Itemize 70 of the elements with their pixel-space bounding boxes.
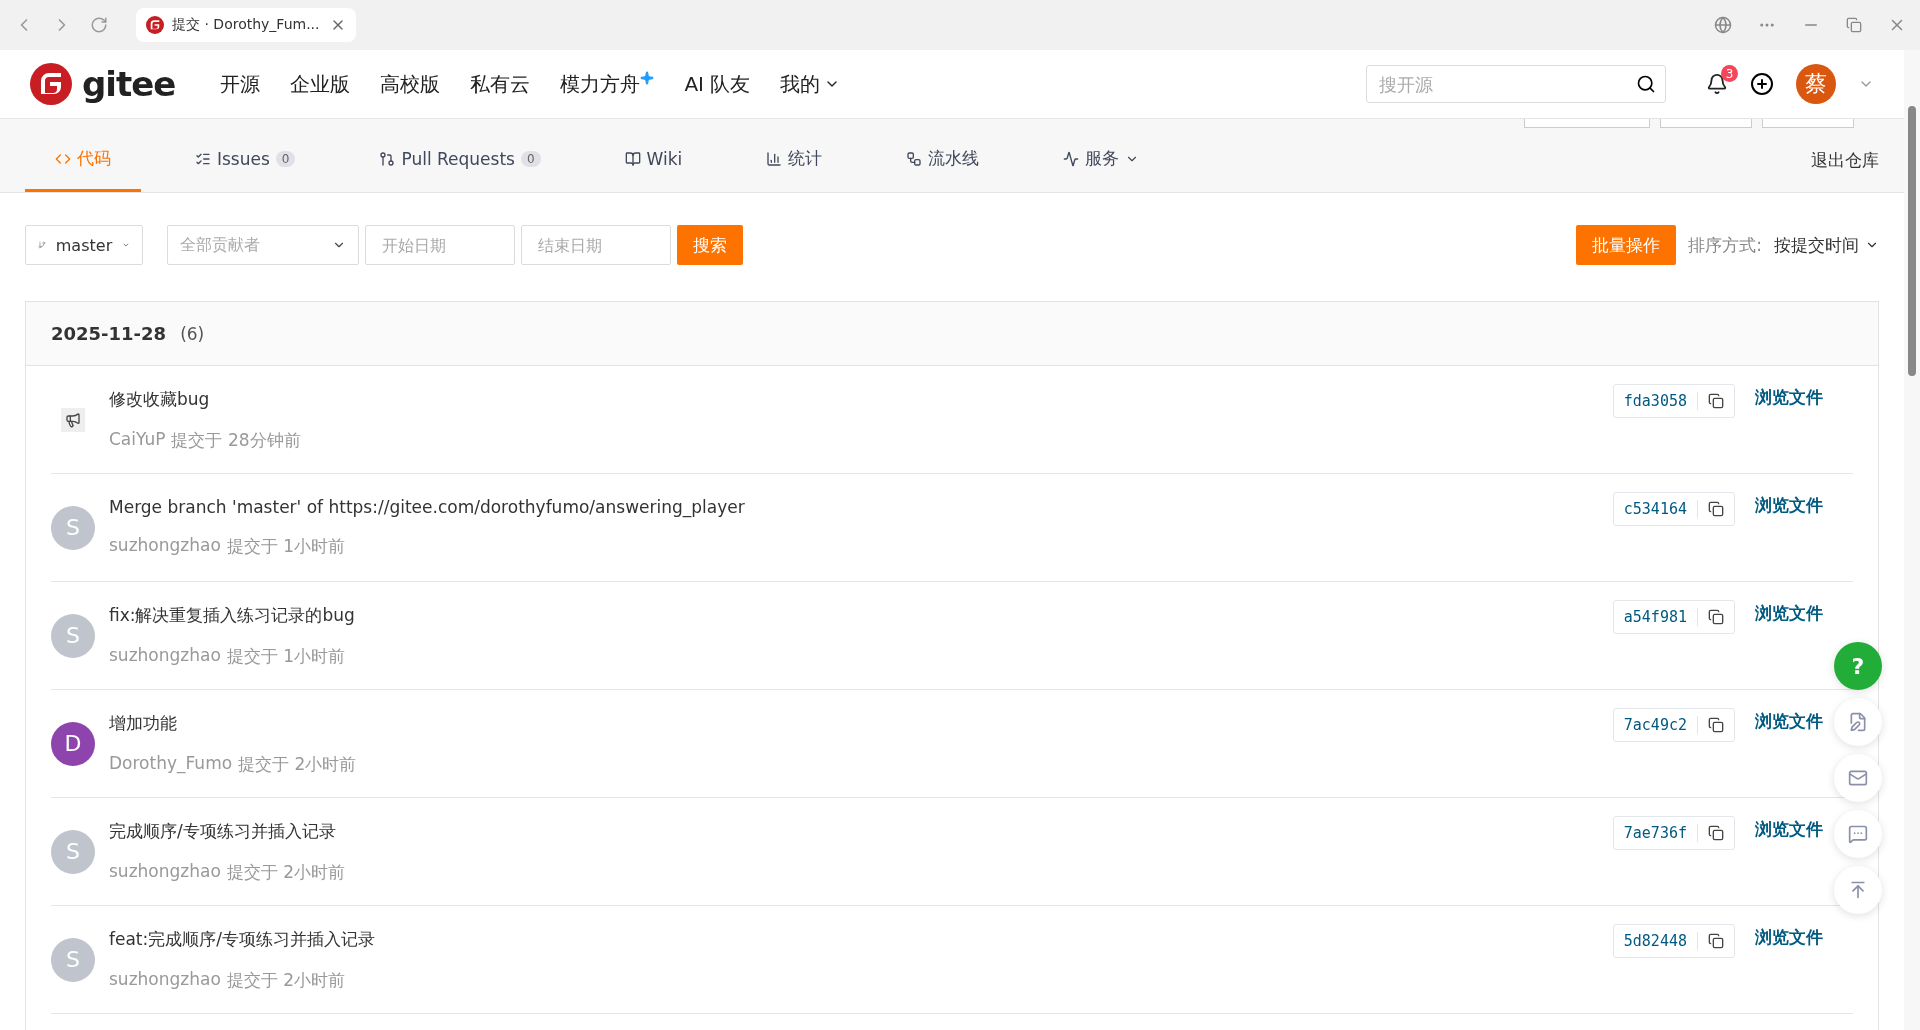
user-avatar[interactable]: 蔡 (1796, 64, 1836, 104)
search-field[interactable]: 搜开源 (1366, 65, 1666, 103)
nav-link[interactable]: 模力方舟 (560, 70, 655, 98)
browse-files-link[interactable]: 浏览文件 (1755, 602, 1823, 625)
date-heading: 2025-11-28 (51, 323, 167, 344)
search-icon[interactable] (1636, 74, 1656, 94)
add-icon[interactable] (1750, 72, 1774, 96)
commit-time: 提交于 2小时前 (226, 968, 346, 992)
globe-icon[interactable] (1714, 16, 1732, 34)
nav-link[interactable]: 高校版 (380, 70, 441, 98)
button-edge[interactable] (1660, 119, 1752, 128)
commit-time: 提交于 1小时前 (226, 535, 346, 558)
gitee-logo-icon (30, 63, 72, 105)
repo-tab[interactable]: 服务 (1033, 128, 1170, 192)
nav-link[interactable]: AI 队友 (684, 70, 751, 98)
reload-icon[interactable] (90, 16, 108, 34)
nav-link[interactable]: 企业版 (290, 70, 351, 98)
sort-label: 排序方式: (1688, 233, 1762, 257)
scrollbar-thumb[interactable] (1908, 106, 1916, 376)
bar-chart-icon (766, 150, 783, 167)
branch-select[interactable]: master (25, 225, 143, 265)
book-icon (624, 150, 641, 167)
feedback-icon[interactable] (1834, 698, 1882, 746)
commit-time: 提交于 2小时前 (238, 752, 357, 776)
repo-tab[interactable]: Wiki (594, 128, 713, 192)
commit-time: 提交于 1小时前 (226, 644, 346, 668)
end-date-field[interactable]: 结束日期 (521, 225, 671, 265)
browse-files-link[interactable]: 浏览文件 (1755, 926, 1823, 949)
chat-icon[interactable] (1834, 810, 1882, 858)
commit-message[interactable]: 完成顺序/专项练习并插入记录 (109, 819, 1599, 843)
tab-favicon-icon (146, 16, 164, 34)
repo-tab[interactable]: 统计 (736, 128, 853, 192)
count-badge: 0 (520, 150, 541, 167)
notification-icon[interactable] (1706, 73, 1728, 95)
repo-tab[interactable]: 流水线 (876, 128, 1010, 192)
button-edge[interactable] (1524, 119, 1650, 128)
commit-time: 提交于 2小时前 (226, 860, 346, 884)
nav-link[interactable]: 我的 (780, 70, 841, 98)
nav-link[interactable]: 私有云 (470, 70, 531, 98)
button-edge[interactable] (1762, 119, 1854, 128)
commit-count: (6) (180, 323, 205, 344)
commit-time: 提交于 28分钟前 (171, 428, 301, 452)
user-avatar[interactable]: D (51, 721, 95, 766)
back-to-top-icon[interactable] (1834, 866, 1882, 914)
sort-select[interactable]: 按提交时间 (1774, 233, 1879, 257)
sparkle-icon (640, 70, 655, 85)
notification-badge: 3 (1721, 65, 1738, 82)
pulse-icon (1063, 150, 1080, 167)
logo-text[interactable]: gitee (82, 64, 176, 104)
browser-tab[interactable]: 提交 · Dorothy_Fum... (136, 8, 356, 42)
commit-message[interactable]: 增加功能 (109, 711, 1599, 735)
repo-tab[interactable]: Issues 0 (165, 128, 326, 192)
repo-tab[interactable]: Pull Requests 0 (349, 128, 571, 192)
count-badge: 0 (275, 150, 296, 167)
pipeline-icon (906, 150, 923, 167)
commit-message[interactable]: Merge branch 'master' of https://gitee.com/dorothyfumo/answering_player (109, 497, 1599, 517)
mail-icon[interactable] (1834, 754, 1882, 802)
exit-repo-link[interactable]: 退出仓库 (1811, 148, 1879, 172)
restore-icon[interactable] (1846, 17, 1862, 33)
browse-files-link[interactable]: 浏览文件 (1755, 494, 1823, 517)
commit-message[interactable]: fix:解决重复插入练习记录的bug (109, 603, 1599, 627)
megaphone-icon[interactable] (61, 407, 85, 432)
browse-files-link[interactable]: 浏览文件 (1755, 386, 1823, 409)
commit-message[interactable]: feat:完成顺序/专项练习并插入记录 (109, 927, 1599, 951)
commit-message[interactable]: 修改收藏bug (109, 387, 1599, 411)
browse-files-link[interactable]: 浏览文件 (1755, 818, 1823, 841)
pull-request-icon (379, 150, 396, 167)
browse-files-link[interactable]: 浏览文件 (1755, 710, 1823, 733)
nav-link[interactable]: 开源 (220, 70, 261, 98)
start-date-field[interactable]: 开始日期 (365, 225, 515, 265)
